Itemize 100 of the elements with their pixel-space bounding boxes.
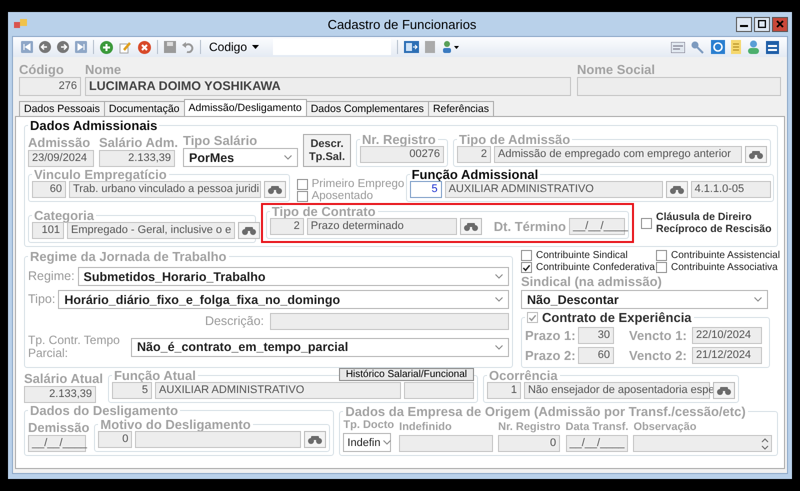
group-title: Ocorrência [488, 369, 559, 382]
salary-history-button[interactable]: Histórico Salarial/Funcional [338, 368, 474, 381]
group-title: Nr. Registro [360, 133, 437, 146]
salary-type-description-button[interactable]: Descr. Tp.Sal. [302, 134, 351, 167]
field-label: Prazo 2: [525, 349, 575, 362]
checkbox[interactable] [656, 262, 667, 273]
group-title: Tipo de Admissão [458, 133, 572, 146]
binoculars-icon [462, 222, 479, 232]
document-icon[interactable] [425, 41, 436, 53]
field-label: Salário Atual [24, 372, 103, 385]
term-days-field: 30 [578, 327, 614, 344]
edit-icon[interactable] [119, 40, 132, 54]
checkbox[interactable] [296, 178, 308, 190]
tab[interactable]: Dados Pessoais [19, 101, 105, 116]
lookup-button[interactable] [304, 431, 326, 448]
checkbox[interactable] [641, 218, 652, 228]
group-title: Tipo de Contrato [270, 205, 377, 218]
checkbox[interactable] [656, 250, 667, 261]
chevron-down-icon [754, 297, 762, 302]
field-label: Vencto 2: [629, 349, 688, 362]
document-type-dropdown[interactable]: Indefin [343, 433, 392, 452]
delete-icon[interactable] [138, 40, 151, 54]
binoculars-icon [716, 386, 732, 396]
app-icon [14, 18, 28, 30]
skip-forward-icon[interactable] [75, 41, 87, 53]
chevron-down-icon [495, 297, 503, 302]
description-field: Empregado - Geral, inclusive o e [67, 222, 235, 239]
minimize-button[interactable] [736, 16, 752, 32]
chevron-down-icon [383, 440, 392, 445]
field-label: Código [19, 63, 65, 76]
code-field: 60 [32, 181, 66, 198]
search-by-dropdown[interactable]: Codigo [207, 40, 262, 54]
note-icon[interactable] [731, 40, 741, 54]
tab[interactable]: Referências [428, 101, 494, 116]
maximize-button[interactable] [754, 16, 770, 32]
part-time-dropdown[interactable]: Não_é_contrato_em_tempo_parcial [131, 338, 509, 356]
chevron-down-icon [284, 155, 292, 160]
user-icon[interactable] [747, 40, 760, 54]
field-label: Dt. Término [494, 220, 566, 233]
save-icon[interactable] [164, 41, 176, 53]
refresh-icon[interactable] [711, 40, 725, 54]
chevron-down-icon [495, 274, 503, 279]
skip-back-icon[interactable] [21, 41, 33, 53]
salary-type-dropdown[interactable]: PorMes [182, 148, 298, 167]
card-icon[interactable] [671, 42, 685, 52]
caret-icon [252, 45, 260, 49]
field-label: Descrição: [204, 315, 264, 328]
lookup-button[interactable] [264, 181, 286, 198]
lookup-button[interactable] [744, 146, 767, 163]
checkbox-label: Primeiro Emprego [312, 178, 404, 190]
due-date-field: 21/12/2024 [692, 347, 762, 364]
close-button[interactable] [772, 16, 788, 32]
union-dropdown[interactable]: Não_Descontar [521, 290, 768, 309]
field-label: Salário Adm. [99, 136, 178, 149]
tab[interactable]: Admissão/Desligamento [184, 99, 307, 116]
term-days-field: 60 [578, 347, 614, 364]
schedule-regime-dropdown[interactable]: Submetidos_Horario_Trabalho [78, 267, 509, 286]
group-title: Dados Admissionais [29, 119, 158, 132]
forward-icon[interactable] [57, 41, 69, 53]
undo-icon[interactable] [182, 41, 194, 53]
lookup-button[interactable] [712, 382, 735, 399]
field-label: Data Transf. [566, 421, 628, 434]
lookup-button[interactable] [460, 218, 482, 235]
checkbox[interactable] [296, 190, 308, 202]
code-field: 0 [98, 431, 132, 448]
name-field: LUCIMARA DOIMO YOSHIKAWA [85, 77, 571, 96]
due-date-field: 22/10/2024 [692, 327, 762, 344]
field-label: Indefinido [399, 421, 453, 434]
tab[interactable]: Dados Complementares [306, 101, 429, 116]
add-icon[interactable] [100, 40, 113, 54]
lookup-button[interactable] [666, 181, 688, 198]
person-icon[interactable] [441, 40, 460, 54]
group-title: Dados da Empresa de Origem (Admissão por Transf./cessão/etc) [344, 405, 747, 418]
salary-field: 2.133,39 [99, 150, 175, 167]
field-label: Tipo: [28, 293, 56, 306]
lookup-button[interactable] [238, 222, 260, 239]
schedule-type-dropdown[interactable]: Horário_diário_fixo_e_folga_fixa_no_domingo [58, 290, 509, 309]
back-icon[interactable] [39, 41, 51, 53]
field-label: Vencto 1: [629, 329, 688, 342]
code-field: 276 [19, 77, 81, 96]
notes-field[interactable] [633, 435, 772, 452]
occupation-code-field: 4.1.1.0-05 [690, 181, 771, 198]
code-field: 5 [410, 181, 442, 198]
field-label: Observação [633, 421, 698, 434]
group-title: Função Admissional [410, 168, 540, 181]
search-field[interactable] [273, 39, 392, 55]
group-title: Motivo do Desligamento [100, 418, 252, 431]
image-icon[interactable] [404, 41, 420, 53]
checkbox[interactable] [527, 312, 538, 323]
close-icon [776, 20, 784, 28]
checkbox[interactable] [521, 262, 532, 273]
tab[interactable]: Documentação [104, 101, 184, 116]
field-label: Demissão [28, 421, 90, 434]
checkbox[interactable] [521, 250, 532, 261]
window-icon[interactable] [766, 40, 779, 54]
field-label: Sindical (na admissão) [521, 275, 663, 288]
field-label: Regime: [28, 270, 75, 283]
group-title: Vinculo Empregatício [33, 168, 168, 181]
description-field: Admissão de empregado com emprego anterior [494, 146, 742, 163]
spinner-icon[interactable] [760, 436, 770, 450]
